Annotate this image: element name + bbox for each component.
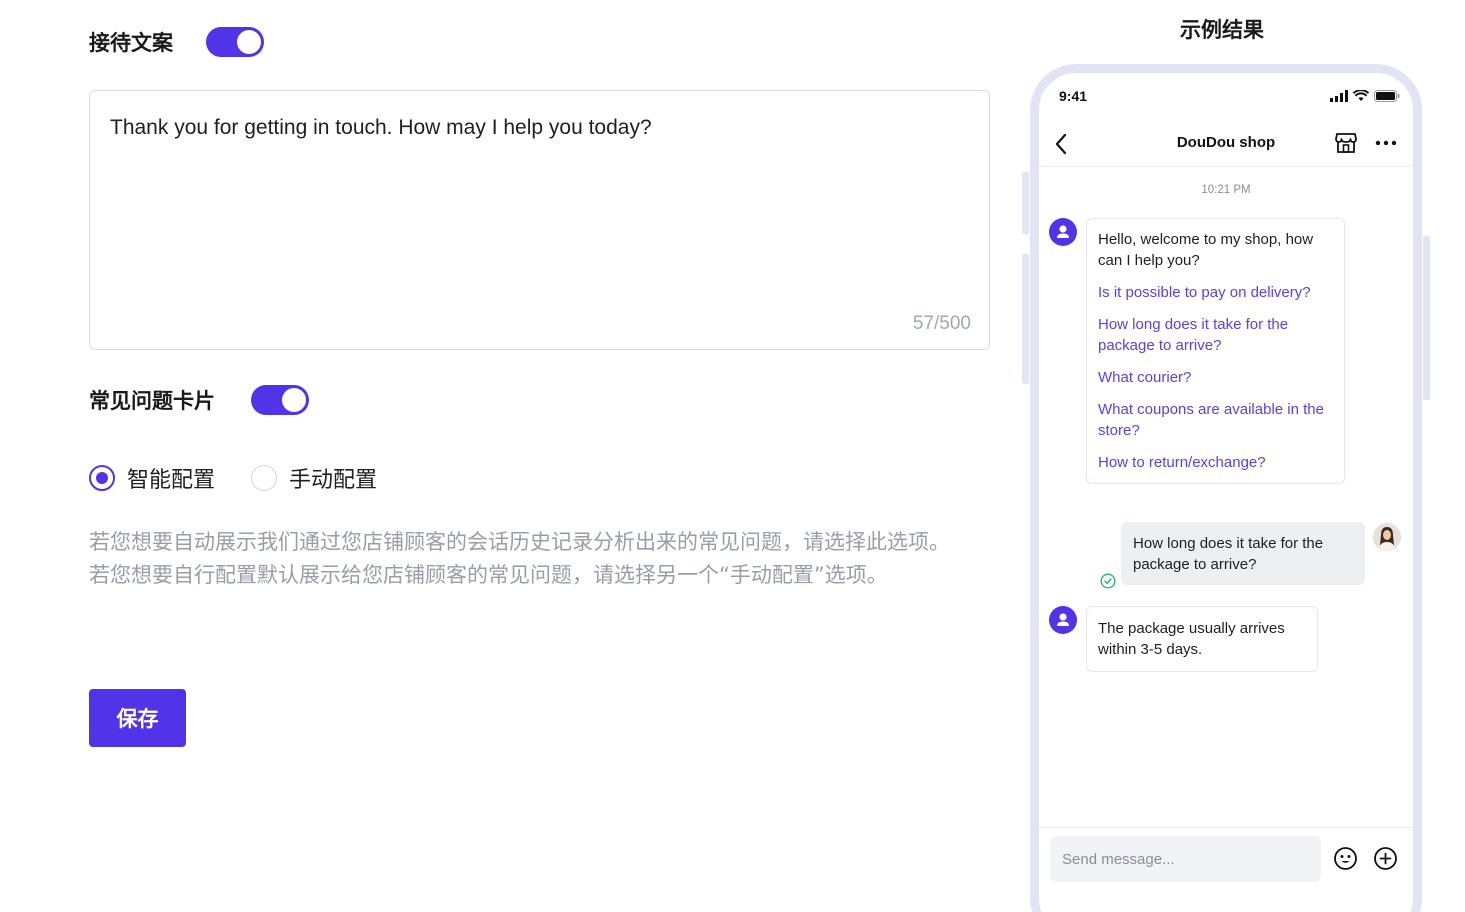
- bot-reply-bubble: The package usually arrives within 3-5 d…: [1086, 606, 1318, 672]
- example-title: 示例结果: [1180, 18, 1264, 42]
- welcome-bubble: Hello, welcome to my shop, how can I hel…: [1086, 218, 1345, 484]
- faq-question[interactable]: How to return/exchange?: [1098, 452, 1330, 473]
- user-photo-icon: [1373, 523, 1401, 551]
- check-circle-icon: [1100, 573, 1116, 589]
- battery-icon: [1374, 90, 1400, 102]
- phone-side-button: [1423, 236, 1430, 400]
- phone-side-button: [1022, 254, 1029, 384]
- config-mode-radio-group: 智能配置 手动配置: [89, 462, 377, 494]
- toggle-knob: [237, 30, 261, 54]
- greeting-text: Thank you for getting in touch. How may …: [110, 116, 652, 139]
- toggle-knob: [282, 388, 306, 412]
- more-icon[interactable]: [1375, 139, 1397, 147]
- welcome-text: Hello, welcome to my shop, how can I hel…: [1098, 231, 1314, 269]
- smart-config-label[interactable]: 智能配置: [127, 462, 215, 494]
- faq-question[interactable]: How long does it take for the package to…: [1098, 314, 1330, 356]
- plus-circle-icon[interactable]: [1373, 846, 1398, 871]
- user-icon: [1057, 225, 1069, 238]
- bot-reply-text: The package usually arrives within 3-5 d…: [1098, 620, 1285, 658]
- char-count: 57/500: [912, 313, 971, 334]
- faq-question[interactable]: What courier?: [1098, 367, 1330, 388]
- faq-toggle[interactable]: [251, 385, 309, 415]
- signal-icon: [1330, 90, 1348, 102]
- bot-avatar: [1049, 606, 1077, 634]
- desc-line-1: 若您想要自动展示我们通过您店铺顾客的会话历史记录分析出来的常见问题，请选择此选项…: [89, 530, 950, 554]
- status-time: 9:41: [1059, 88, 1088, 104]
- faq-title: 常见问题卡片: [89, 389, 215, 413]
- header-divider: [1039, 166, 1413, 167]
- manual-config-label[interactable]: 手动配置: [289, 462, 377, 494]
- emoji-icon[interactable]: [1333, 846, 1358, 871]
- greeting-textarea[interactable]: Thank you for getting in touch. How may …: [89, 90, 990, 350]
- smart-config-radio[interactable]: [89, 465, 115, 491]
- faq-question[interactable]: What coupons are available in the store?: [1098, 399, 1330, 441]
- user-icon: [1057, 613, 1069, 626]
- status-icons: [1330, 90, 1400, 102]
- desc-line-2: 若您想要自行配置默认展示给您店铺顾客的常见问题，请选择另一个“手动配置”选项。: [89, 562, 888, 587]
- wifi-icon: [1353, 90, 1369, 101]
- back-arrow-icon[interactable]: [1054, 133, 1068, 155]
- input-divider: [1039, 827, 1413, 828]
- greeting-toggle[interactable]: [206, 27, 264, 57]
- message-input[interactable]: Send message...: [1050, 836, 1321, 882]
- manual-config-radio[interactable]: [251, 465, 278, 491]
- user-avatar: [1373, 523, 1401, 551]
- bot-avatar: [1049, 218, 1077, 246]
- save-button[interactable]: 保存: [89, 689, 186, 747]
- store-icon[interactable]: [1334, 132, 1358, 154]
- config-description: 若您想要自动展示我们通过您店铺顾客的会话历史记录分析出来的常见问题，请选择此选项…: [89, 526, 989, 591]
- phone-side-button: [1022, 172, 1029, 234]
- chat-timestamp: 10:21 PM: [1201, 184, 1251, 196]
- greeting-title: 接待文案: [89, 31, 173, 55]
- user-message-bubble: How long does it take for the package to…: [1121, 522, 1365, 585]
- faq-question[interactable]: Is it possible to pay on delivery?: [1098, 282, 1330, 303]
- shop-name: DouDou shop: [1176, 134, 1276, 151]
